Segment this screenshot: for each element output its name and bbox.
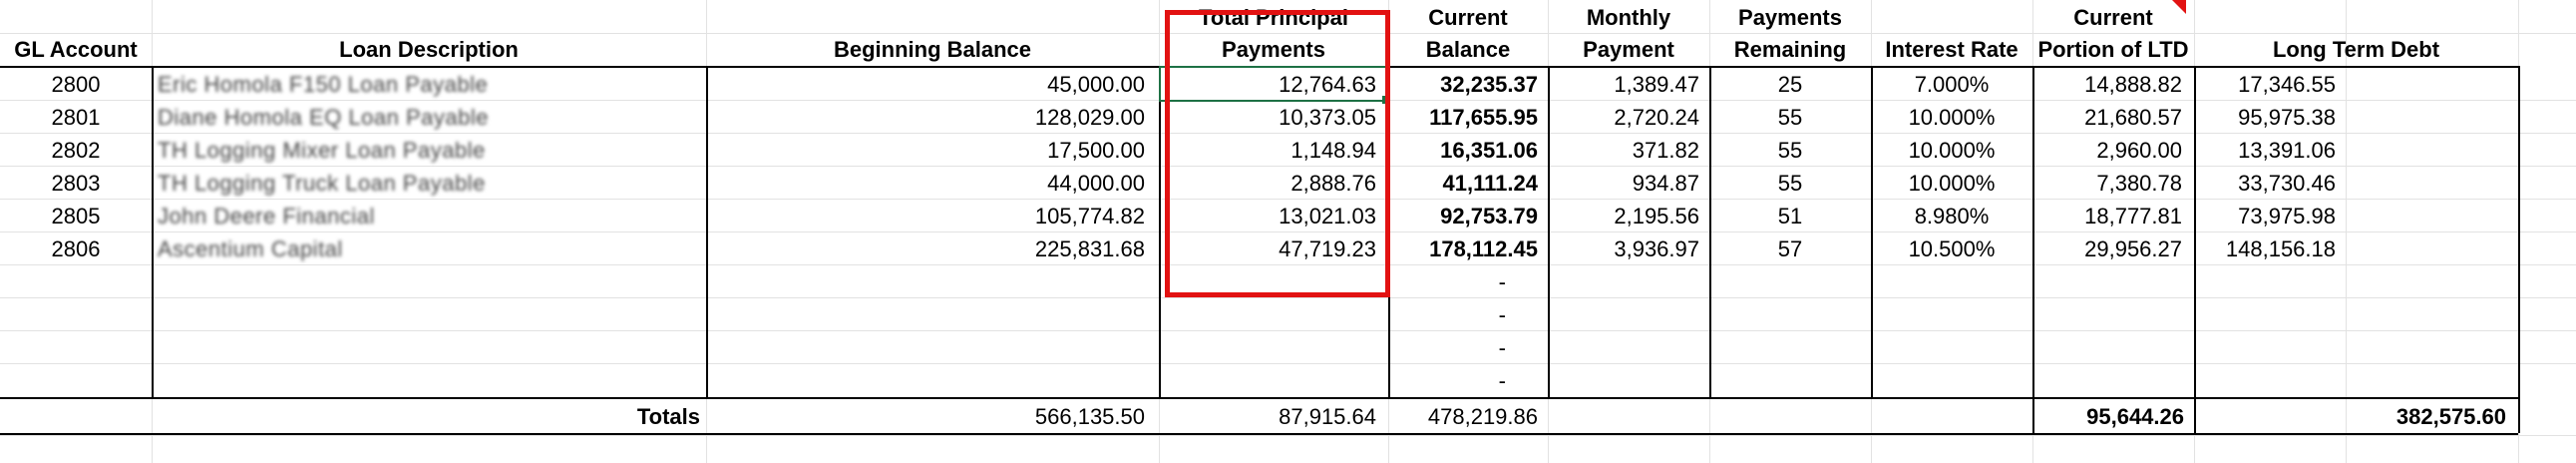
header-current-portion-l2: Portion of LTD <box>2037 37 2189 62</box>
gl-account-cell[interactable]: 2800 <box>0 68 152 101</box>
empty-cell-marker[interactable]: - <box>1388 331 1548 364</box>
header-loan-description: Loan Description <box>339 37 519 62</box>
payments-remaining-cell[interactable]: 55 <box>1709 167 1871 200</box>
long-term-debt-cell[interactable]: 95,975.38 <box>2194 101 2346 134</box>
empty-cell-marker[interactable]: - <box>1388 298 1548 331</box>
long-term-debt-cell[interactable]: 33,730.46 <box>2194 167 2346 200</box>
header-beginning-balance: Beginning Balance <box>833 37 1032 62</box>
loan-description-cell[interactable]: TH Logging Truck Loan Payable <box>152 167 706 200</box>
beginning-balance-cell[interactable]: 44,000.00 <box>706 167 1159 200</box>
beginning-balance-cell[interactable]: 17,500.00 <box>706 134 1159 167</box>
interest-rate-cell[interactable]: 10.000% <box>1871 134 2032 167</box>
table-border-bottom <box>0 433 2518 435</box>
long-term-debt-cell[interactable]: 17,346.55 <box>2194 68 2346 101</box>
gl-account-cell[interactable]: 2803 <box>0 167 152 200</box>
current-balance-cell[interactable]: 41,111.24 <box>1388 167 1548 200</box>
loan-description-cell[interactable]: TH Logging Mixer Loan Payable <box>152 134 706 167</box>
beginning-balance-cell[interactable]: 225,831.68 <box>706 232 1159 265</box>
gl-account-cell[interactable]: 2805 <box>0 200 152 232</box>
principal-payments-cell[interactable]: 47,719.23 <box>1159 232 1388 265</box>
payments-remaining-cell[interactable]: 57 <box>1709 232 1871 265</box>
current-portion-cell[interactable]: 2,960.00 <box>2032 134 2194 167</box>
spreadsheet[interactable]: Total Principal Current Monthly Payments… <box>0 0 2576 463</box>
beginning-balance-cell[interactable]: 45,000.00 <box>706 68 1159 101</box>
monthly-payment-cell[interactable]: 934.87 <box>1548 167 1709 200</box>
monthly-payment-cell[interactable]: 371.82 <box>1548 134 1709 167</box>
empty-cell-marker[interactable]: - <box>1388 265 1548 298</box>
gl-account-cell[interactable]: 2802 <box>0 134 152 167</box>
header-current-portion-l1: Current <box>2073 5 2153 30</box>
current-portion-cell[interactable]: 18,777.81 <box>2032 200 2194 232</box>
header-monthly-payment-l2: Payment <box>1583 37 1674 62</box>
payments-remaining-cell[interactable]: 55 <box>1709 134 1871 167</box>
principal-payments-cell[interactable]: 1,148.94 <box>1159 134 1388 167</box>
totals-current-balance[interactable]: 478,219.86 <box>1388 400 1548 433</box>
current-portion-cell[interactable]: 14,888.82 <box>2032 68 2194 101</box>
totals-beginning-balance[interactable]: 566,135.50 <box>706 400 1159 433</box>
gl-account-cell[interactable]: 2806 <box>0 232 152 265</box>
payments-remaining-cell[interactable]: 55 <box>1709 101 1871 134</box>
current-balance-cell[interactable]: 16,351.06 <box>1388 134 1548 167</box>
current-balance-cell[interactable]: 117,655.95 <box>1388 101 1548 134</box>
interest-rate-cell[interactable]: 10.000% <box>1871 167 2032 200</box>
monthly-payment-cell[interactable]: 1,389.47 <box>1548 68 1709 101</box>
beginning-balance-cell[interactable]: 105,774.82 <box>706 200 1159 232</box>
totals-label: Totals <box>636 404 700 429</box>
monthly-payment-cell[interactable]: 2,195.56 <box>1548 200 1709 232</box>
interest-rate-cell[interactable]: 10.500% <box>1871 232 2032 265</box>
gridline <box>0 363 2576 364</box>
interest-rate-cell[interactable]: 10.000% <box>1871 101 2032 134</box>
header-payments-remaining-l1: Payments <box>1738 5 1842 30</box>
header-current-balance-l1: Current <box>1428 5 1508 30</box>
header-monthly-payment-l1: Monthly <box>1586 5 1671 30</box>
loan-description-cell[interactable]: Diane Homola EQ Loan Payable <box>152 101 706 134</box>
current-balance-cell[interactable]: 92,753.79 <box>1388 200 1548 232</box>
loan-description-cell[interactable]: Eric Homola F150 Loan Payable <box>152 68 706 101</box>
payments-remaining-cell[interactable]: 25 <box>1709 68 1871 101</box>
current-portion-cell[interactable]: 7,380.78 <box>2032 167 2194 200</box>
gl-account-cell[interactable]: 2801 <box>0 101 152 134</box>
loan-description-cell[interactable]: John Deere Financial <box>152 200 706 232</box>
header-total-principal-l2: Payments <box>1222 37 1325 62</box>
active-cell-selection[interactable] <box>1159 66 1388 102</box>
principal-payments-cell[interactable]: 2,888.76 <box>1159 167 1388 200</box>
current-balance-cell[interactable]: 32,235.37 <box>1388 68 1548 101</box>
long-term-debt-cell[interactable]: 148,156.18 <box>2194 232 2346 265</box>
long-term-debt-cell[interactable]: 13,391.06 <box>2194 134 2346 167</box>
payments-remaining-cell[interactable]: 51 <box>1709 200 1871 232</box>
comment-indicator-icon[interactable] <box>2172 0 2186 14</box>
table-border-right <box>2518 66 2520 433</box>
long-term-debt-cell[interactable]: 73,975.98 <box>2194 200 2346 232</box>
empty-cell-marker[interactable]: - <box>1388 364 1548 397</box>
current-balance-cell[interactable]: 178,112.45 <box>1388 232 1548 265</box>
header-long-term-debt: Long Term Debt <box>2272 37 2440 62</box>
table-border-totals-top <box>0 397 2518 399</box>
principal-payments-cell[interactable]: 13,021.03 <box>1159 200 1388 232</box>
totals-current-portion[interactable]: 95,644.26 <box>2032 400 2194 433</box>
fill-handle[interactable] <box>1382 96 1390 104</box>
gridline <box>0 297 2576 298</box>
principal-payments-cell[interactable]: 10,373.05 <box>1159 101 1388 134</box>
current-portion-cell[interactable]: 21,680.57 <box>2032 101 2194 134</box>
gridline <box>0 435 2576 436</box>
header-interest-rate: Interest Rate <box>1885 37 2019 62</box>
totals-long-term-debt[interactable]: 382,575.60 <box>2194 400 2518 433</box>
monthly-payment-cell[interactable]: 3,936.97 <box>1548 232 1709 265</box>
interest-rate-cell[interactable]: 8.980% <box>1871 200 2032 232</box>
monthly-payment-cell[interactable]: 2,720.24 <box>1548 101 1709 134</box>
beginning-balance-cell[interactable]: 128,029.00 <box>706 101 1159 134</box>
header-total-principal-l1: Total Principal <box>1199 5 1348 30</box>
header-current-balance-l2: Balance <box>1425 37 1511 62</box>
header-payments-remaining-l2: Remaining <box>1733 37 1847 62</box>
gridline <box>0 330 2576 331</box>
loan-description-cell[interactable]: Ascentium Capital <box>152 232 706 265</box>
totals-principal-payments[interactable]: 87,915.64 <box>1159 400 1388 433</box>
header-gl-account: GL Account <box>14 37 138 62</box>
current-portion-cell[interactable]: 29,956.27 <box>2032 232 2194 265</box>
interest-rate-cell[interactable]: 7.000% <box>1871 68 2032 101</box>
